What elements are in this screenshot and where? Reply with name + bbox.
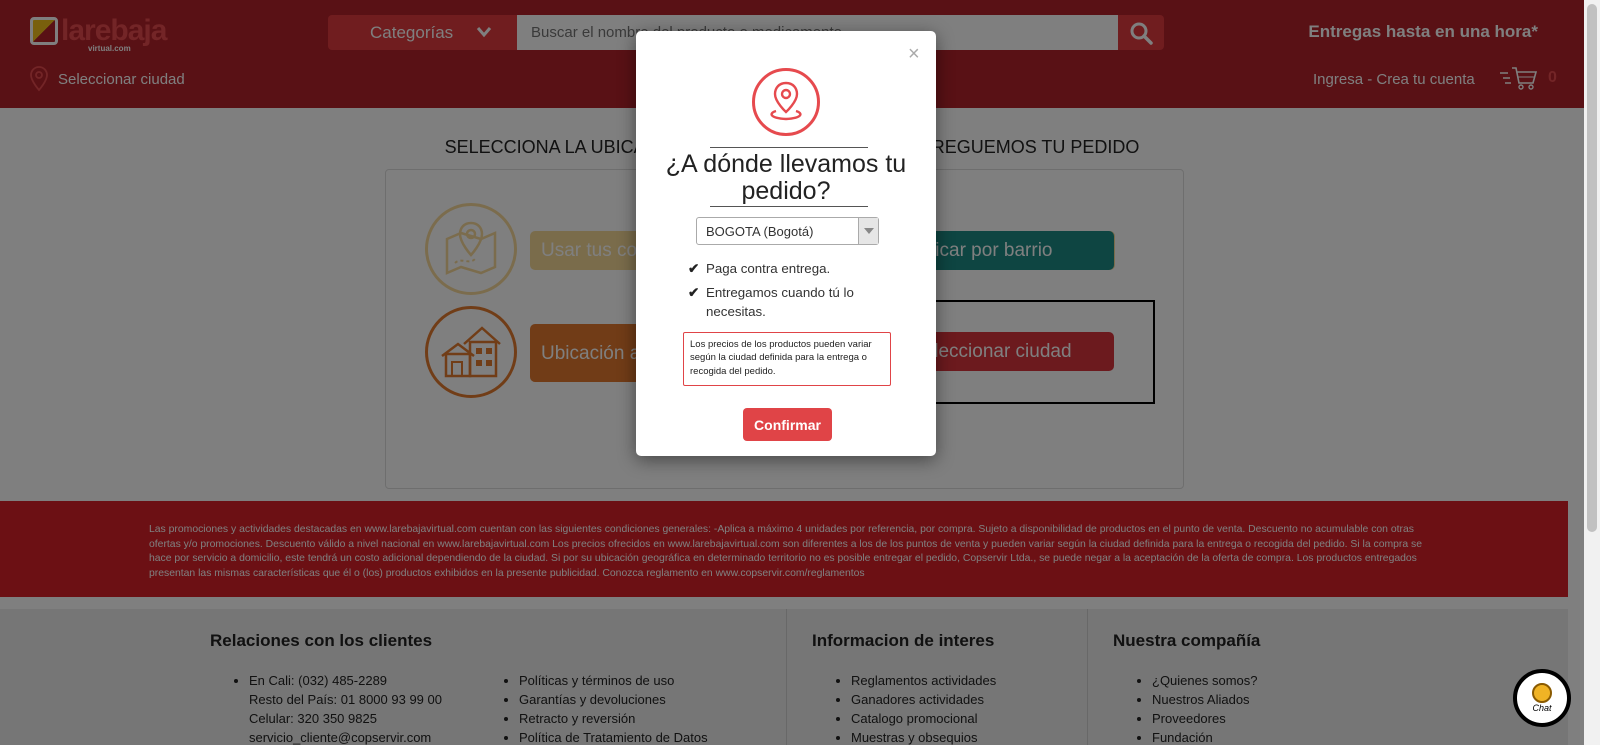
selected-city: BOGOTA (Bogotá): [706, 223, 814, 239]
chat-button[interactable]: Chat: [1513, 669, 1571, 727]
close-icon[interactable]: ×: [908, 44, 920, 64]
benefit-text: Entregamos cuando tú lo necesitas.: [706, 284, 854, 320]
title-rule: [710, 206, 868, 207]
modal-title: ¿A dónde llevamos tu pedido?: [665, 150, 907, 205]
scrollbar-thumb[interactable]: [1587, 4, 1597, 532]
benefit-text: Paga contra entrega.: [706, 261, 831, 276]
benefit-item: ✔ Paga contra entrega.: [688, 259, 908, 279]
checkmark-icon: ✔: [688, 284, 700, 300]
location-pin-icon: [752, 68, 820, 136]
city-select-modal: × ¿A dónde llevamos tu pedido? BOGOTA (B…: [636, 31, 936, 456]
benefit-item: ✔ Entregamos cuando tú lo necesitas.: [688, 283, 908, 322]
chevron-down-icon: [858, 218, 878, 244]
checkmark-icon: ✔: [688, 261, 700, 276]
confirm-button[interactable]: Confirmar: [743, 408, 832, 441]
title-rule: [710, 147, 868, 148]
city-select-dropdown[interactable]: BOGOTA (Bogotá): [696, 217, 879, 245]
chat-label: Chat: [1532, 703, 1552, 713]
benefits-list: ✔ Paga contra entrega. ✔ Entregamos cuan…: [688, 259, 908, 326]
chat-avatar-icon: [1532, 683, 1552, 703]
price-notice: Los precios de los productos pueden vari…: [683, 332, 891, 386]
